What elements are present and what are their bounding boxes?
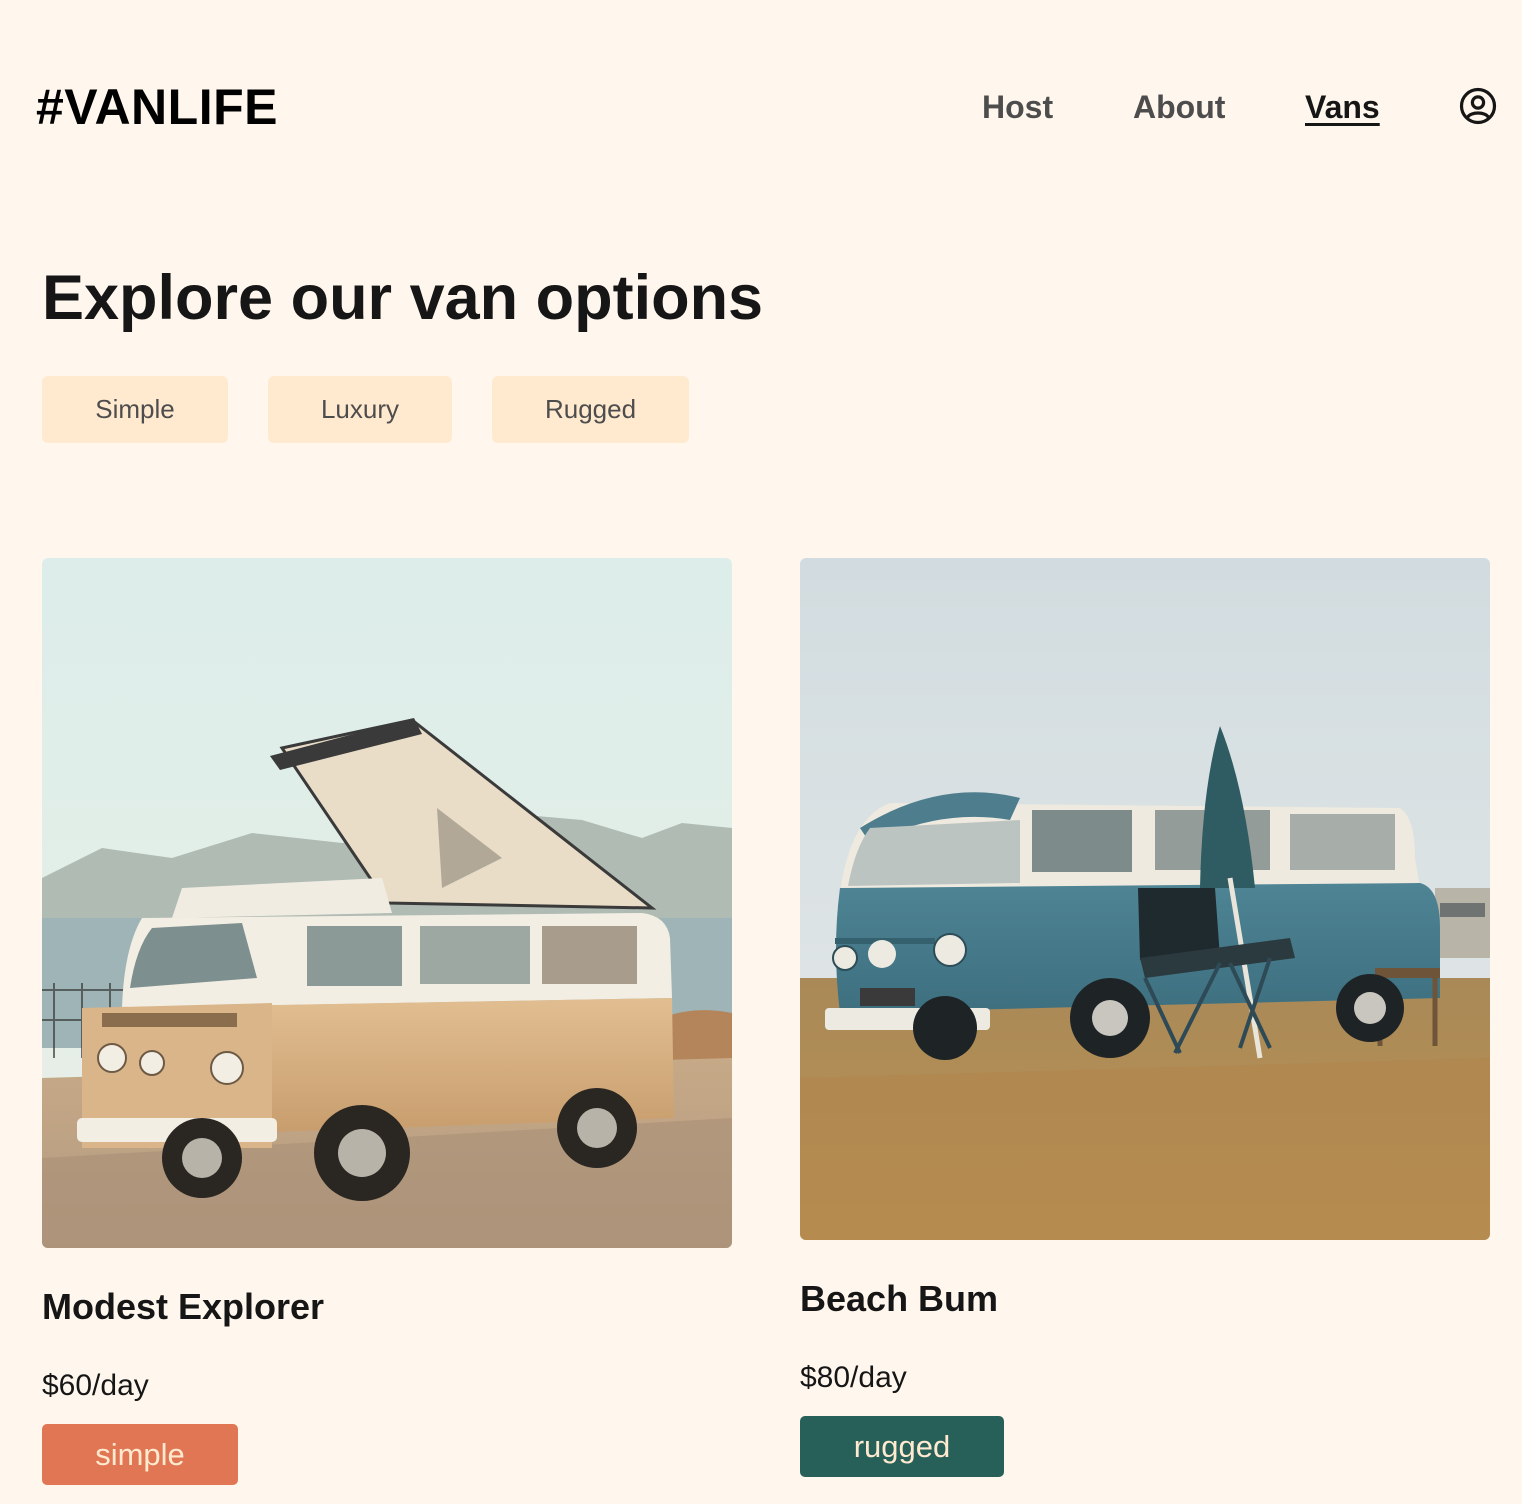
nav-link-vans[interactable]: Vans <box>1305 88 1380 126</box>
van-image-beach-bum[interactable] <box>800 558 1490 1240</box>
van-name[interactable]: Modest Explorer <box>42 1286 324 1328</box>
van-type-badge: simple <box>42 1424 238 1485</box>
nav-link-host[interactable]: Host <box>982 88 1053 126</box>
van-type-badge: rugged <box>800 1416 1004 1477</box>
page-title: Explore our van options <box>42 263 764 333</box>
van-name[interactable]: Beach Bum <box>800 1278 998 1320</box>
van-image-modest-explorer[interactable] <box>42 558 732 1248</box>
filter-rugged-button[interactable]: Rugged <box>492 376 689 443</box>
van-card[interactable]: Beach Bum $80/day rugged <box>800 558 1490 1488</box>
filter-simple-button[interactable]: Simple <box>42 376 228 443</box>
filter-luxury-button[interactable]: Luxury <box>268 376 452 443</box>
nav-link-about[interactable]: About <box>1133 88 1225 126</box>
user-circle-icon[interactable] <box>1458 86 1498 126</box>
van-price: $60/day <box>42 1369 149 1402</box>
van-card[interactable]: Modest Explorer $60/day simple <box>42 558 732 1488</box>
site-logo[interactable]: #VANLIFE <box>36 78 278 136</box>
van-price: $80/day <box>800 1361 907 1394</box>
